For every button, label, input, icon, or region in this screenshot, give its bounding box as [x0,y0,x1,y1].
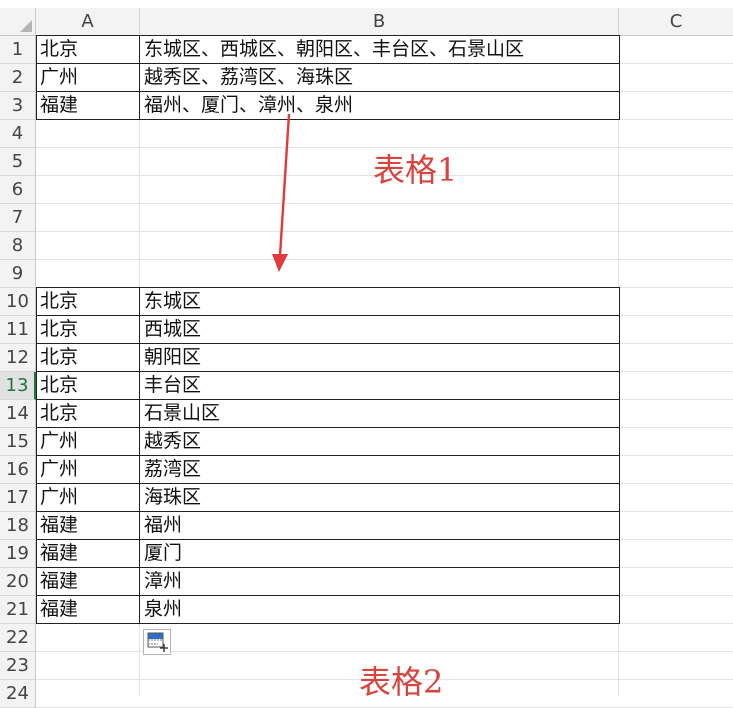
row-header[interactable]: 14 [0,400,36,428]
down-arrow-icon [272,113,291,272]
cell-a[interactable]: 福建 [36,567,140,595]
cell-b[interactable]: 东城区、西城区、朝阳区、丰台区、石景山区 [140,35,619,63]
cell-b[interactable]: 荔湾区 [140,455,619,483]
cell-a[interactable]: 福建 [36,539,140,567]
row-header[interactable]: 9 [0,260,36,288]
row-header[interactable]: 19 [0,540,36,568]
table-2-label: 表格2 [359,663,444,701]
row-header[interactable]: 6 [0,176,36,204]
row-header[interactable]: 20 [0,568,36,596]
cell-b[interactable]: 朝阳区 [140,343,619,371]
cell-b[interactable]: 越秀区 [140,427,619,455]
row-header[interactable]: 16 [0,456,36,484]
row-header[interactable]: 10 [0,288,36,316]
cell-a[interactable]: 北京 [36,35,140,63]
table-1-label: 表格1 [373,151,458,189]
cell-b[interactable]: 越秀区、荔湾区、海珠区 [140,63,619,91]
row-header[interactable]: 8 [0,232,36,260]
select-all-corner[interactable] [0,8,36,36]
row-header[interactable]: 17 [0,484,36,512]
cell-a[interactable]: 北京 [36,371,140,399]
row-header[interactable]: 21 [0,596,36,624]
cell-b[interactable]: 海珠区 [140,483,619,511]
column-header-c[interactable]: C [619,8,733,36]
row-header[interactable]: 23 [0,652,36,680]
cell-a[interactable]: 北京 [36,343,140,371]
cell-b[interactable]: 丰台区 [140,371,619,399]
cell-b[interactable]: 厦门 [140,539,619,567]
cell-b[interactable]: 泉州 [140,595,619,623]
cell-a[interactable]: 广州 [36,427,140,455]
paste-options-glyph [147,632,168,652]
row-header[interactable]: 5 [0,148,36,176]
row-header[interactable]: 2 [0,64,36,92]
cell-b[interactable]: 福州 [140,511,619,539]
cell-a[interactable]: 福建 [36,511,140,539]
gridline-row [36,231,733,232]
cell-a[interactable]: 北京 [36,287,140,315]
cell-a[interactable]: 广州 [36,63,140,91]
cell-b[interactable]: 福州、厦门、漳州、泉州 [140,91,619,119]
cell-b[interactable]: 西城区 [140,315,619,343]
row-header[interactable]: 4 [0,120,36,148]
cell-b[interactable]: 漳州 [140,567,619,595]
row-header[interactable]: 15 [0,428,36,456]
row-header[interactable]: 11 [0,316,36,344]
row-header[interactable]: 7 [0,204,36,232]
gridline-row [36,203,733,204]
cell-a[interactable]: 广州 [36,483,140,511]
paste-options-icon[interactable] [143,629,171,655]
cell-a[interactable]: 北京 [36,399,140,427]
row-header[interactable]: 3 [0,92,36,120]
row-header[interactable]: 22 [0,624,36,652]
row-header[interactable]: 12 [0,344,36,372]
cell-b[interactable]: 石景山区 [140,399,619,427]
column-header-b[interactable]: B [140,8,619,36]
row-header[interactable]: 18 [0,512,36,540]
cell-b[interactable]: 东城区 [140,287,619,315]
gridline-row [36,651,733,652]
spreadsheet: A B C 1 2 3 4 5 6 7 8 9 10 11 12 13 14 15 16 17 18 19 20 21 2… [0,0,733,708]
gridline-row [36,259,733,260]
select-all-icon [20,20,32,32]
cell-a[interactable]: 福建 [36,595,140,623]
column-header-a[interactable]: A [36,8,140,36]
cell-a[interactable]: 福建 [36,91,140,119]
cell-a[interactable]: 广州 [36,455,140,483]
cell-a[interactable]: 北京 [36,315,140,343]
row-header[interactable]: 1 [0,36,36,64]
row-header[interactable]: 24 [0,680,36,708]
row-header[interactable]: 13 [0,372,36,400]
